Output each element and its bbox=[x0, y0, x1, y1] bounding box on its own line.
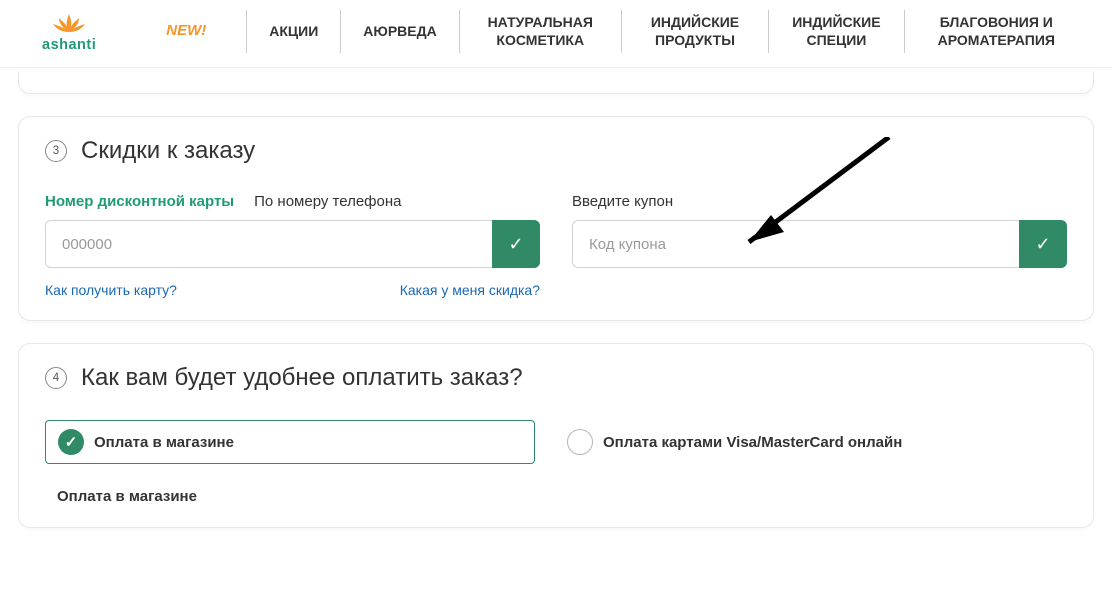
previous-card-fragment bbox=[18, 72, 1094, 94]
payment-option-card[interactable]: Оплата картами Visa/MasterCard онлайн bbox=[555, 420, 914, 464]
help-what-discount-link[interactable]: Какая у меня скидка? bbox=[400, 282, 540, 298]
discount-card-input[interactable] bbox=[45, 220, 492, 268]
step-number: 4 bbox=[45, 367, 67, 389]
coupon-submit-button[interactable]: ✓ bbox=[1019, 220, 1067, 268]
header: ashanti NEW! АКЦИИ АЮРВЕДА НАТУРАЛЬНАЯ К… bbox=[0, 0, 1112, 68]
payment-option-store[interactable]: ✓ Оплата в магазине bbox=[45, 420, 535, 464]
discounts-card: 3 Скидки к заказу Номер дисконтной карты… bbox=[18, 116, 1094, 321]
logo[interactable]: ashanti bbox=[42, 10, 96, 53]
nav-item-aroma[interactable]: БЛАГОВОНИЯ И АРОМАТЕРАПИЯ bbox=[904, 10, 1088, 53]
nav-item-ayurveda[interactable]: АЮРВЕДА bbox=[340, 10, 458, 53]
help-get-card-link[interactable]: Как получить карту? bbox=[45, 282, 177, 298]
nav-item-sales[interactable]: АКЦИИ bbox=[246, 10, 340, 53]
discount-tabs: Номер дисконтной карты По номеру телефон… bbox=[45, 193, 540, 210]
discount-submit-button[interactable]: ✓ bbox=[492, 220, 540, 268]
nav-item-spices[interactable]: ИНДИЙСКИЕ СПЕЦИИ bbox=[768, 10, 903, 53]
check-icon: ✓ bbox=[1035, 234, 1050, 255]
payment-option-label: Оплата в магазине bbox=[94, 434, 234, 451]
nav-item-products[interactable]: ИНДИЙСКИЕ ПРОДУКТЫ bbox=[621, 10, 768, 53]
card-header: 3 Скидки к заказу bbox=[45, 137, 1067, 165]
coupon-input[interactable] bbox=[572, 220, 1019, 268]
selected-payment-summary: Оплата в магазине bbox=[57, 488, 1067, 505]
card-title: Как вам будет удобнее оплатить заказ? bbox=[81, 364, 523, 392]
step-number: 3 bbox=[45, 140, 67, 162]
lotus-icon bbox=[49, 10, 89, 36]
card-header: 4 Как вам будет удобнее оплатить заказ? bbox=[45, 364, 1067, 392]
nav-item-cosmetics[interactable]: НАТУРАЛЬНАЯ КОСМЕТИКА bbox=[459, 10, 621, 53]
logo-text: ashanti bbox=[42, 37, 96, 53]
payment-card: 4 Как вам будет удобнее оплатить заказ? … bbox=[18, 343, 1094, 528]
tab-card-number[interactable]: Номер дисконтной карты bbox=[45, 193, 234, 210]
payment-option-label: Оплата картами Visa/MasterCard онлайн bbox=[603, 434, 902, 451]
check-icon: ✓ bbox=[508, 234, 523, 255]
nav: NEW! АКЦИИ АЮРВЕДА НАТУРАЛЬНАЯ КОСМЕТИКА… bbox=[166, 10, 1088, 53]
radio-checked-icon: ✓ bbox=[58, 429, 84, 455]
card-title: Скидки к заказу bbox=[81, 137, 255, 165]
coupon-label: Введите купон bbox=[572, 193, 673, 210]
nav-item-new[interactable]: NEW! bbox=[166, 10, 246, 53]
radio-unchecked-icon bbox=[567, 429, 593, 455]
tab-phone-number[interactable]: По номеру телефона bbox=[254, 193, 401, 210]
content: 3 Скидки к заказу Номер дисконтной карты… bbox=[0, 68, 1112, 568]
